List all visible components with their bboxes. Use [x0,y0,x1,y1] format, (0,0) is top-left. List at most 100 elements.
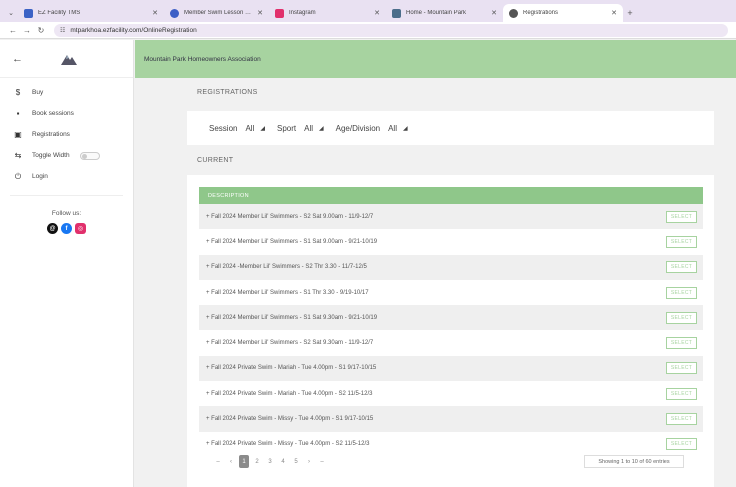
table-row[interactable]: + Fall 2024 Private Swim - Missy - Tue 4… [199,431,703,457]
url-text: mtparkhoa.ezfacility.com/OnlineRegistrat… [70,26,197,34]
dropdown-triangle-icon: ◢ [319,125,324,132]
url-field[interactable]: ☷ mtparkhoa.ezfacility.com/OnlineRegistr… [54,23,728,37]
tab-list-chevron-icon[interactable]: ⌄ [4,4,18,22]
sidebar-item-label: Login [32,173,48,180]
select-button[interactable]: SELECT [666,438,697,451]
site-info-icon[interactable]: ☷ [60,27,65,34]
book-icon: ▪ [16,109,20,118]
browser-tab[interactable]: Member Swim Lesson Guide - ✕ [164,4,269,22]
sport-select-value: All [304,123,313,133]
globe-favicon-icon [509,8,518,18]
table-row[interactable]: + Fall 2024 Member Lil' Swimmers - S1 Th… [199,279,703,306]
pagination-last[interactable]: – [317,455,327,468]
select-button[interactable]: SELECT [666,311,697,324]
sidebar: ← $ Buy ▪ Book sessions ▣ Registrations … [0,40,134,487]
sidebar-item-toggle-width[interactable]: ⇆ Toggle Width [0,145,133,166]
sidebar-item-label: Book sessions [32,110,74,117]
browser-tab[interactable]: Instagram ✕ [269,4,386,22]
session-select[interactable]: All ◢ [245,124,265,133]
ezfacility-favicon-icon [24,8,33,18]
browser-tab-bar: ⌄ EZ Facility TMS ✕ Member Swim Lesson G… [0,0,736,22]
toggle-width-switch[interactable] [79,151,100,160]
close-tab-icon[interactable]: ✕ [491,9,497,17]
select-button[interactable]: SELECT [666,210,697,223]
mountain-logo-icon [61,54,77,65]
dollar-icon: $ [15,88,21,97]
sidebar-item-buy[interactable]: $ Buy [0,82,133,103]
forward-arrow-icon[interactable]: → [20,26,34,35]
pagination-page-1[interactable]: 1 [239,455,249,468]
pagination-page-2[interactable]: 2 [252,455,262,468]
back-arrow-icon[interactable]: ← [6,26,20,35]
sidebar-item-label: Toggle Width [32,152,70,159]
table-row[interactable]: + Fall 2024 Member Lil' Swimmers - S2 Sa… [199,330,703,356]
threads-icon[interactable]: @ [47,223,58,234]
new-tab-plus-icon[interactable]: + [623,4,637,22]
table-row[interactable]: + Fall 2024 Member Lil' Swimmers - S1 Sa… [199,229,703,255]
tab-label: Home - Mountain Park [406,10,467,16]
filter-label-age-division: Age/Division [335,123,381,133]
main-content: REGISTRATIONS Session All ◢ Sport All ◢ … [135,78,736,487]
reload-icon[interactable]: ↻ [34,26,48,35]
mountain-park-favicon-icon [392,8,401,18]
table-row[interactable]: + Fall 2024 -Member Lil' Swimmers - S2 T… [199,254,703,280]
facebook-icon[interactable]: f [61,223,72,234]
filter-bar: Session All ◢ Sport All ◢ Age/Division A… [187,111,714,145]
table-header: DESCRIPTION [199,187,703,204]
divider [10,195,123,196]
browser-tab-active[interactable]: Registrations ✕ [503,4,623,22]
table-row[interactable]: + Fall 2024 Private Swim - Missy - Tue 4… [199,406,703,432]
pagination-first[interactable]: – [213,455,223,468]
table-row[interactable]: + Fall 2024 Member Lil' Swimmers - S1 Sa… [199,305,703,331]
age-division-select-value: All [388,123,397,133]
select-button[interactable]: SELECT [666,413,697,426]
row-description: + Fall 2024 Private Swim - Missy - Tue 4… [206,416,374,423]
browser-tab[interactable]: EZ Facility TMS ✕ [18,4,164,22]
pagination-page-4[interactable]: 4 [278,455,288,468]
age-division-select[interactable]: All ◢ [388,124,408,133]
instagram-favicon-icon [275,8,284,18]
pagination: – ‹ 1 2 3 4 5 › – [213,455,327,468]
row-description: + Fall 2024 Private Swim - Mariah - Tue … [206,390,373,397]
tab-label: Member Swim Lesson Guide - [184,10,254,16]
registrations-table: DESCRIPTION + Fall 2024 Member Lil' Swim… [187,175,714,487]
select-button[interactable]: SELECT [666,337,697,350]
row-description: + Fall 2024 -Member Lil' Swimmers - S2 T… [206,264,367,271]
sidebar-item-registrations[interactable]: ▣ Registrations [0,124,133,145]
pagination-page-5[interactable]: 5 [291,455,301,468]
table-row[interactable]: + Fall 2024 Private Swim - Mariah - Tue … [199,381,703,407]
close-tab-icon[interactable]: ✕ [374,9,380,17]
entries-info: Showing 1 to 10 of 60 entries [584,455,684,468]
table-row[interactable]: + Fall 2024 Private Swim - Mariah - Tue … [199,355,703,382]
close-tab-icon[interactable]: ✕ [611,9,617,17]
follow-us-label: Follow us: [51,210,82,217]
pagination-prev[interactable]: ‹ [226,455,236,468]
browser-tab[interactable]: Home - Mountain Park ✕ [386,4,503,22]
tab-label: EZ Facility TMS [38,10,81,16]
registrations-title: REGISTRATIONS [197,89,258,96]
select-button[interactable]: SELECT [666,286,697,299]
filter-label-sport: Sport [276,123,297,133]
row-description: + Fall 2024 Member Lil' Swimmers - S2 Sa… [206,340,374,347]
select-button[interactable]: SELECT [666,235,697,248]
sidebar-item-book-sessions[interactable]: ▪ Book sessions [0,103,133,124]
instagram-icon[interactable]: ◎ [75,223,86,234]
address-bar: ← → ↻ ☷ mtparkhoa.ezfacility.com/OnlineR… [0,22,736,39]
table-row[interactable]: + Fall 2024 Member Lil' Swimmers - S2 Sa… [199,204,703,230]
select-button[interactable]: SELECT [666,387,697,400]
filter-label-session: Session [209,123,238,133]
registration-icon: ▣ [14,130,22,139]
pagination-page-3[interactable]: 3 [265,455,275,468]
back-arrow-icon[interactable]: ← [12,53,32,65]
close-tab-icon[interactable]: ✕ [257,9,263,17]
sidebar-nav: $ Buy ▪ Book sessions ▣ Registrations ⇆ … [0,78,133,187]
sidebar-item-login[interactable]: ⏻ Login [0,166,133,187]
dropdown-triangle-icon: ◢ [402,125,408,132]
select-button[interactable]: SELECT [666,362,697,375]
close-tab-icon[interactable]: ✕ [152,9,158,17]
sidebar-header: ← [0,40,133,78]
row-description: + Fall 2024 Member Lil' Swimmers - S2 Sa… [206,213,374,220]
select-button[interactable]: SELECT [666,261,697,274]
sport-select[interactable]: All ◢ [304,124,324,133]
pagination-next[interactable]: › [304,455,314,468]
